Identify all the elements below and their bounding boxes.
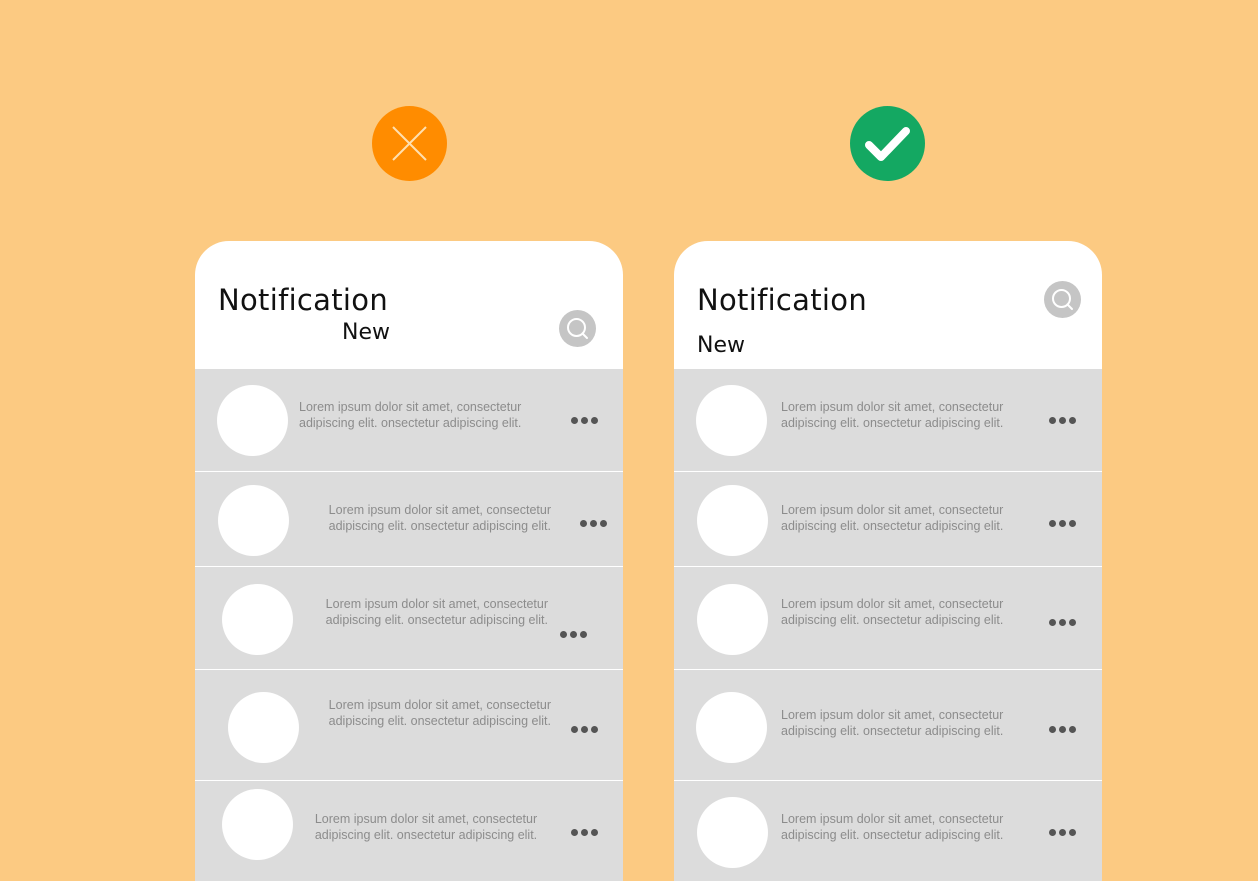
section-label-new: New	[697, 333, 745, 358]
cross-icon	[372, 106, 447, 181]
list-item[interactable]: Lorem ipsum dolor sit amet, consectetur …	[195, 369, 623, 471]
more-dots-icon[interactable]	[571, 726, 601, 734]
notification-text: Lorem ipsum dolor sit amet, consectetur …	[781, 503, 1004, 533]
notification-text: Lorem ipsum dolor sit amet, consectetur …	[328, 698, 551, 728]
good-example-phone: Notification New Lorem ipsum dolor sit a…	[674, 241, 1102, 881]
more-dots-icon[interactable]	[571, 829, 601, 837]
avatar	[697, 485, 768, 556]
more-dots-icon[interactable]	[1049, 619, 1079, 627]
notification-text: Lorem ipsum dolor sit amet, consectetur …	[781, 708, 1004, 738]
avatar	[228, 692, 299, 763]
notification-text: Lorem ipsum dolor sit amet, consectetur …	[299, 400, 522, 430]
avatar	[697, 584, 768, 655]
list-item[interactable]: Lorem ipsum dolor sit amet, consectetur …	[674, 566, 1102, 670]
avatar	[222, 584, 293, 655]
notification-list: Lorem ipsum dolor sit amet, consectetur …	[195, 369, 623, 881]
more-dots-icon[interactable]	[1049, 417, 1079, 425]
notification-text: Lorem ipsum dolor sit amet, consectetur …	[781, 400, 1004, 430]
notification-list: Lorem ipsum dolor sit amet, consectetur …	[674, 369, 1102, 881]
more-dots-icon[interactable]	[1049, 520, 1079, 528]
bad-example-phone: Notification New Lorem ipsum dolor sit a…	[195, 241, 623, 881]
list-item[interactable]: Lorem ipsum dolor sit amet, consectetur …	[195, 780, 623, 881]
page-title: Notification	[697, 283, 867, 317]
avatar	[696, 385, 767, 456]
notification-text: Lorem ipsum dolor sit amet, consectetur …	[314, 812, 538, 842]
list-item[interactable]: Lorem ipsum dolor sit amet, consectetur …	[674, 369, 1102, 471]
section-label-new: New	[342, 320, 390, 345]
more-dots-icon[interactable]	[1049, 829, 1079, 837]
notification-text: Lorem ipsum dolor sit amet, consectetur …	[328, 503, 551, 533]
avatar	[696, 692, 767, 763]
list-item[interactable]: Lorem ipsum dolor sit amet, consectetur …	[195, 471, 623, 567]
avatar	[697, 797, 768, 868]
more-dots-icon[interactable]	[571, 417, 601, 425]
check-icon	[850, 106, 925, 181]
list-item[interactable]: Lorem ipsum dolor sit amet, consectetur …	[195, 669, 623, 781]
notification-text: Lorem ipsum dolor sit amet, consectetur …	[781, 812, 1004, 842]
more-dots-icon[interactable]	[560, 631, 590, 639]
more-dots-icon[interactable]	[1049, 726, 1079, 734]
list-item[interactable]: Lorem ipsum dolor sit amet, consectetur …	[674, 471, 1102, 567]
list-item[interactable]: Lorem ipsum dolor sit amet, consectetur …	[195, 566, 623, 670]
avatar	[222, 789, 293, 860]
avatar	[218, 485, 289, 556]
notification-text: Lorem ipsum dolor sit amet, consectetur …	[781, 597, 1004, 627]
list-item[interactable]: Lorem ipsum dolor sit amet, consectetur …	[674, 780, 1102, 881]
avatar	[217, 385, 288, 456]
more-dots-icon[interactable]	[580, 520, 610, 528]
page-title: Notification	[218, 283, 388, 317]
list-item[interactable]: Lorem ipsum dolor sit amet, consectetur …	[674, 669, 1102, 781]
notification-text: Lorem ipsum dolor sit amet, consectetur …	[325, 597, 548, 627]
search-icon[interactable]	[1044, 281, 1081, 318]
search-icon[interactable]	[559, 310, 596, 347]
